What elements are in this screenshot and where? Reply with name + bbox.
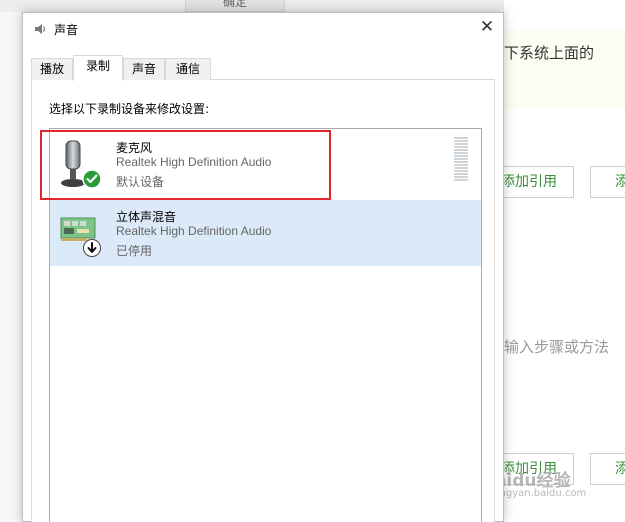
sound-card-icon xyxy=(60,217,101,257)
baidu-watermark-url: jingyan.baidu.com xyxy=(494,488,587,499)
speaker-icon xyxy=(35,24,46,34)
background-top-tab-label: 确定 xyxy=(222,0,247,9)
tab-playback[interactable]: 播放 xyxy=(31,58,73,80)
tab-strip: 播放 录制 声音 通信 xyxy=(31,55,495,81)
background-text-snippet: 下系统上面的 xyxy=(504,44,595,62)
dialog-titlebar[interactable]: 声音 ✕ xyxy=(23,13,503,45)
background-top-tab[interactable]: 确定 xyxy=(185,0,285,12)
background-add-button[interactable]: 添加 xyxy=(590,166,625,198)
close-icon: ✕ xyxy=(479,17,495,37)
background-editor-panel: 下系统上面的 添加引用 添加 输入步骤或方法 添加引用 添加 Baidu经验 j… xyxy=(482,0,625,522)
disabled-arrow-icon xyxy=(83,239,101,257)
device-status: 已停用 xyxy=(116,244,153,258)
annotation-highlight-box xyxy=(40,130,331,200)
tab-communications[interactable]: 通信 xyxy=(165,58,211,80)
background-left-strip xyxy=(0,0,22,522)
tab-sounds[interactable]: 声音 xyxy=(123,58,165,80)
device-row-stereo-mix[interactable]: 立体声混音 Realtek High Definition Audio 已停用 xyxy=(50,200,481,266)
instruction-text: 选择以下录制设备来修改设置: xyxy=(49,102,210,116)
tab-recording[interactable]: 录制 xyxy=(73,55,123,81)
background-add-reference-button[interactable]: 添加引用 xyxy=(494,166,574,198)
close-button[interactable]: ✕ xyxy=(471,13,503,43)
sound-dialog: 声音 ✕ 播放 录制 声音 通信 选择以下录制设备来修改设置: 麦克风 Real… xyxy=(22,12,504,522)
input-level-meter xyxy=(454,137,468,181)
dialog-title: 声音 xyxy=(54,23,79,37)
background-step-placeholder[interactable]: 输入步骤或方法 xyxy=(504,336,609,357)
background-add-button-2[interactable]: 添加 xyxy=(590,453,625,485)
device-name: 立体声混音 xyxy=(116,210,177,224)
device-description: Realtek High Definition Audio xyxy=(116,224,272,238)
